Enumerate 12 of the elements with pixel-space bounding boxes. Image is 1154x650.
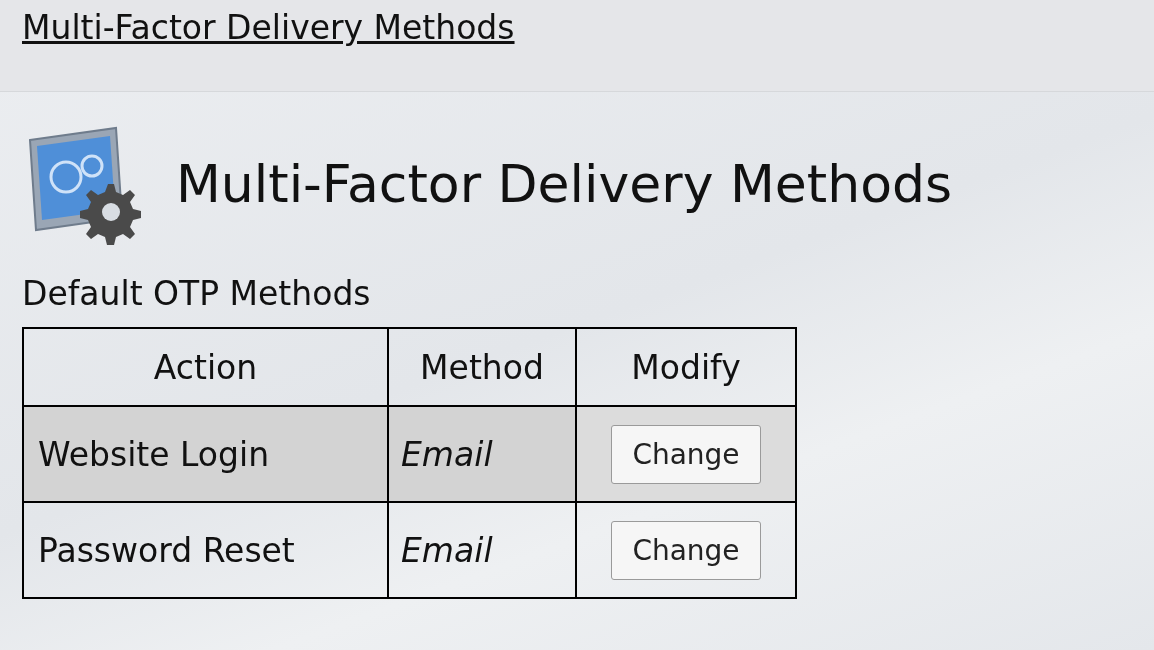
breadcrumb-link[interactable]: Multi-Factor Delivery Methods — [22, 8, 515, 47]
table-row[interactable]: Password Reset Email Change — [23, 502, 796, 598]
table-cell: Email — [388, 502, 576, 598]
page-title: Multi-Factor Delivery Methods — [176, 154, 953, 214]
column-header: Action — [23, 328, 388, 406]
section-title: Default OTP Methods — [22, 274, 372, 313]
change-button[interactable]: Change — [611, 424, 761, 484]
table-cell: Email — [388, 406, 576, 502]
change-button[interactable]: Change — [611, 520, 761, 580]
table-row[interactable]: Website Login Email Change — [23, 406, 796, 502]
table-cell: Website Login — [23, 406, 388, 502]
table-cell: Password Reset — [23, 502, 388, 598]
